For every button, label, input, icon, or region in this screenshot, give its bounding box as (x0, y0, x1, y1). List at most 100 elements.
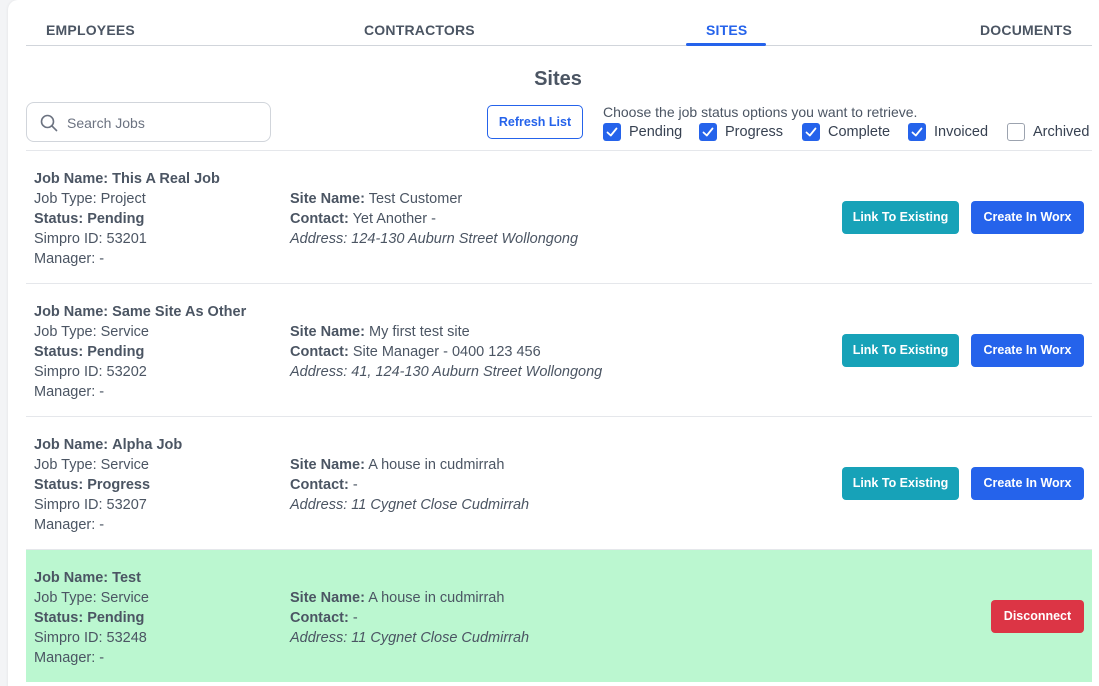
manager-label: Manager: (34, 517, 96, 533)
job-name: Same Site As Other (112, 304, 247, 320)
job-row: Job Name: Alpha Job Job Type: Service St… (26, 416, 1092, 549)
site-name-label: Site Name: (290, 457, 365, 473)
site-details: Site Name: A house in cudmirrah Contact:… (290, 455, 529, 515)
address-label: Address: (290, 364, 348, 380)
address-label: Address: (290, 630, 348, 646)
simpro-id-line: Simpro ID: 53202 (34, 362, 246, 382)
manager: - (99, 517, 105, 533)
search-box (26, 102, 271, 142)
address-line: Address: 11 Cygnet Close Cudmirrah (290, 495, 529, 515)
contact: - (352, 477, 358, 493)
job-details: Job Name: This A Real Job Job Type: Proj… (34, 169, 220, 269)
site-name-line: Site Name: My first test site (290, 322, 602, 342)
job-row: Job Name: Same Site As Other Job Type: S… (26, 283, 1092, 416)
tab-employees[interactable]: EMPLOYEES (46, 22, 135, 38)
address: 11 Cygnet Close Cudmirrah (351, 497, 530, 513)
address-label: Address: (290, 231, 348, 247)
tab-contractors[interactable]: CONTRACTORS (364, 22, 475, 38)
manager-label: Manager: (34, 251, 96, 267)
simpro-id: 53207 (106, 497, 147, 513)
site-name: A house in cudmirrah (368, 590, 505, 606)
status-filter-prompt: Choose the job status options you want t… (603, 104, 918, 120)
simpro-id-label: Simpro ID: (34, 630, 103, 646)
job-type-label: Job Type: (34, 590, 97, 606)
contact-label: Contact: (290, 477, 349, 493)
address: 41, 124-130 Auburn Street Wollongong (351, 364, 603, 380)
simpro-id-label: Simpro ID: (34, 364, 103, 380)
simpro-id: 53201 (106, 231, 147, 247)
job-name-line: Job Name: This A Real Job (34, 169, 220, 189)
checkbox-archived[interactable] (1007, 123, 1025, 141)
contact-line: Contact: Yet Another - (290, 209, 578, 229)
job-type-line: Job Type: Service (34, 455, 182, 475)
job-type-label: Job Type: (34, 324, 97, 340)
job-type: Service (100, 590, 149, 606)
status-option-label: Archived (1033, 124, 1090, 140)
job-status-line: Status: Progress (34, 475, 182, 495)
job-status: Progress (87, 477, 151, 493)
site-name: A house in cudmirrah (368, 457, 505, 473)
job-name: Alpha Job (112, 437, 183, 453)
job-name: Test (112, 570, 141, 586)
active-tab-indicator (686, 43, 766, 46)
refresh-list-button[interactable]: Refresh List (487, 105, 583, 139)
manager-label: Manager: (34, 384, 96, 400)
job-name: This A Real Job (112, 171, 220, 187)
create-in-worx-button[interactable]: Create In Worx (971, 201, 1084, 234)
manager-line: Manager: - (34, 515, 182, 535)
job-details: Job Name: Test Job Type: Service Status:… (34, 568, 149, 668)
checkbox-progress[interactable] (699, 123, 717, 141)
link-to-existing-button[interactable]: Link To Existing (842, 201, 959, 234)
checkmark-icon (606, 127, 618, 137)
job-type: Project (100, 191, 146, 207)
job-status: Pending (87, 344, 145, 360)
contact-line: Contact: - (290, 475, 529, 495)
address-label: Address: (290, 497, 348, 513)
job-name-line: Job Name: Same Site As Other (34, 302, 246, 322)
job-name-label: Job Name: (34, 570, 109, 586)
status-label: Status: (34, 211, 84, 227)
job-status-line: Status: Pending (34, 608, 149, 628)
job-row: Job Name: This A Real Job Job Type: Proj… (26, 150, 1092, 283)
address-line: Address: 124-130 Auburn Street Wollongon… (290, 229, 578, 249)
site-name: Test Customer (368, 191, 463, 207)
manager-label: Manager: (34, 650, 96, 666)
job-details: Job Name: Same Site As Other Job Type: S… (34, 302, 246, 402)
disconnect-button[interactable]: Disconnect (991, 600, 1084, 633)
status-option-label: Pending (629, 124, 683, 140)
link-to-existing-button[interactable]: Link To Existing (842, 334, 959, 367)
job-status-line: Status: Pending (34, 209, 220, 229)
checkbox-pending[interactable] (603, 123, 621, 141)
job-status: Pending (87, 610, 145, 626)
job-type-line: Job Type: Service (34, 588, 149, 608)
contact-label: Contact: (290, 610, 349, 626)
contact: Yet Another - (352, 211, 436, 227)
site-name-label: Site Name: (290, 324, 365, 340)
simpro-id-line: Simpro ID: 53248 (34, 628, 149, 648)
tab-documents[interactable]: DOCUMENTS (980, 22, 1072, 38)
status-option-label: Invoiced (934, 124, 989, 140)
tab-sites[interactable]: SITES (706, 22, 747, 38)
create-in-worx-button[interactable]: Create In Worx (971, 334, 1084, 367)
simpro-id: 53248 (106, 630, 147, 646)
job-type-line: Job Type: Project (34, 189, 220, 209)
site-details: Site Name: Test Customer Contact: Yet An… (290, 189, 578, 249)
link-to-existing-button[interactable]: Link To Existing (842, 467, 959, 500)
contact: - (352, 610, 358, 626)
job-details: Job Name: Alpha Job Job Type: Service St… (34, 435, 182, 535)
checkbox-complete[interactable] (802, 123, 820, 141)
address: 11 Cygnet Close Cudmirrah (351, 630, 530, 646)
site-details: Site Name: A house in cudmirrah Contact:… (290, 588, 529, 648)
job-name-label: Job Name: (34, 171, 109, 187)
address: 124-130 Auburn Street Wollongong (351, 231, 579, 247)
site-name-line: Site Name: A house in cudmirrah (290, 588, 529, 608)
create-in-worx-button[interactable]: Create In Worx (971, 467, 1084, 500)
checkbox-invoiced[interactable] (908, 123, 926, 141)
status-option-label: Complete (828, 124, 891, 140)
job-type-line: Job Type: Service (34, 322, 246, 342)
page-title: Sites (534, 68, 582, 90)
search-input[interactable] (67, 112, 257, 134)
manager: - (99, 251, 105, 267)
site-name-label: Site Name: (290, 191, 365, 207)
address-line: Address: 11 Cygnet Close Cudmirrah (290, 628, 529, 648)
